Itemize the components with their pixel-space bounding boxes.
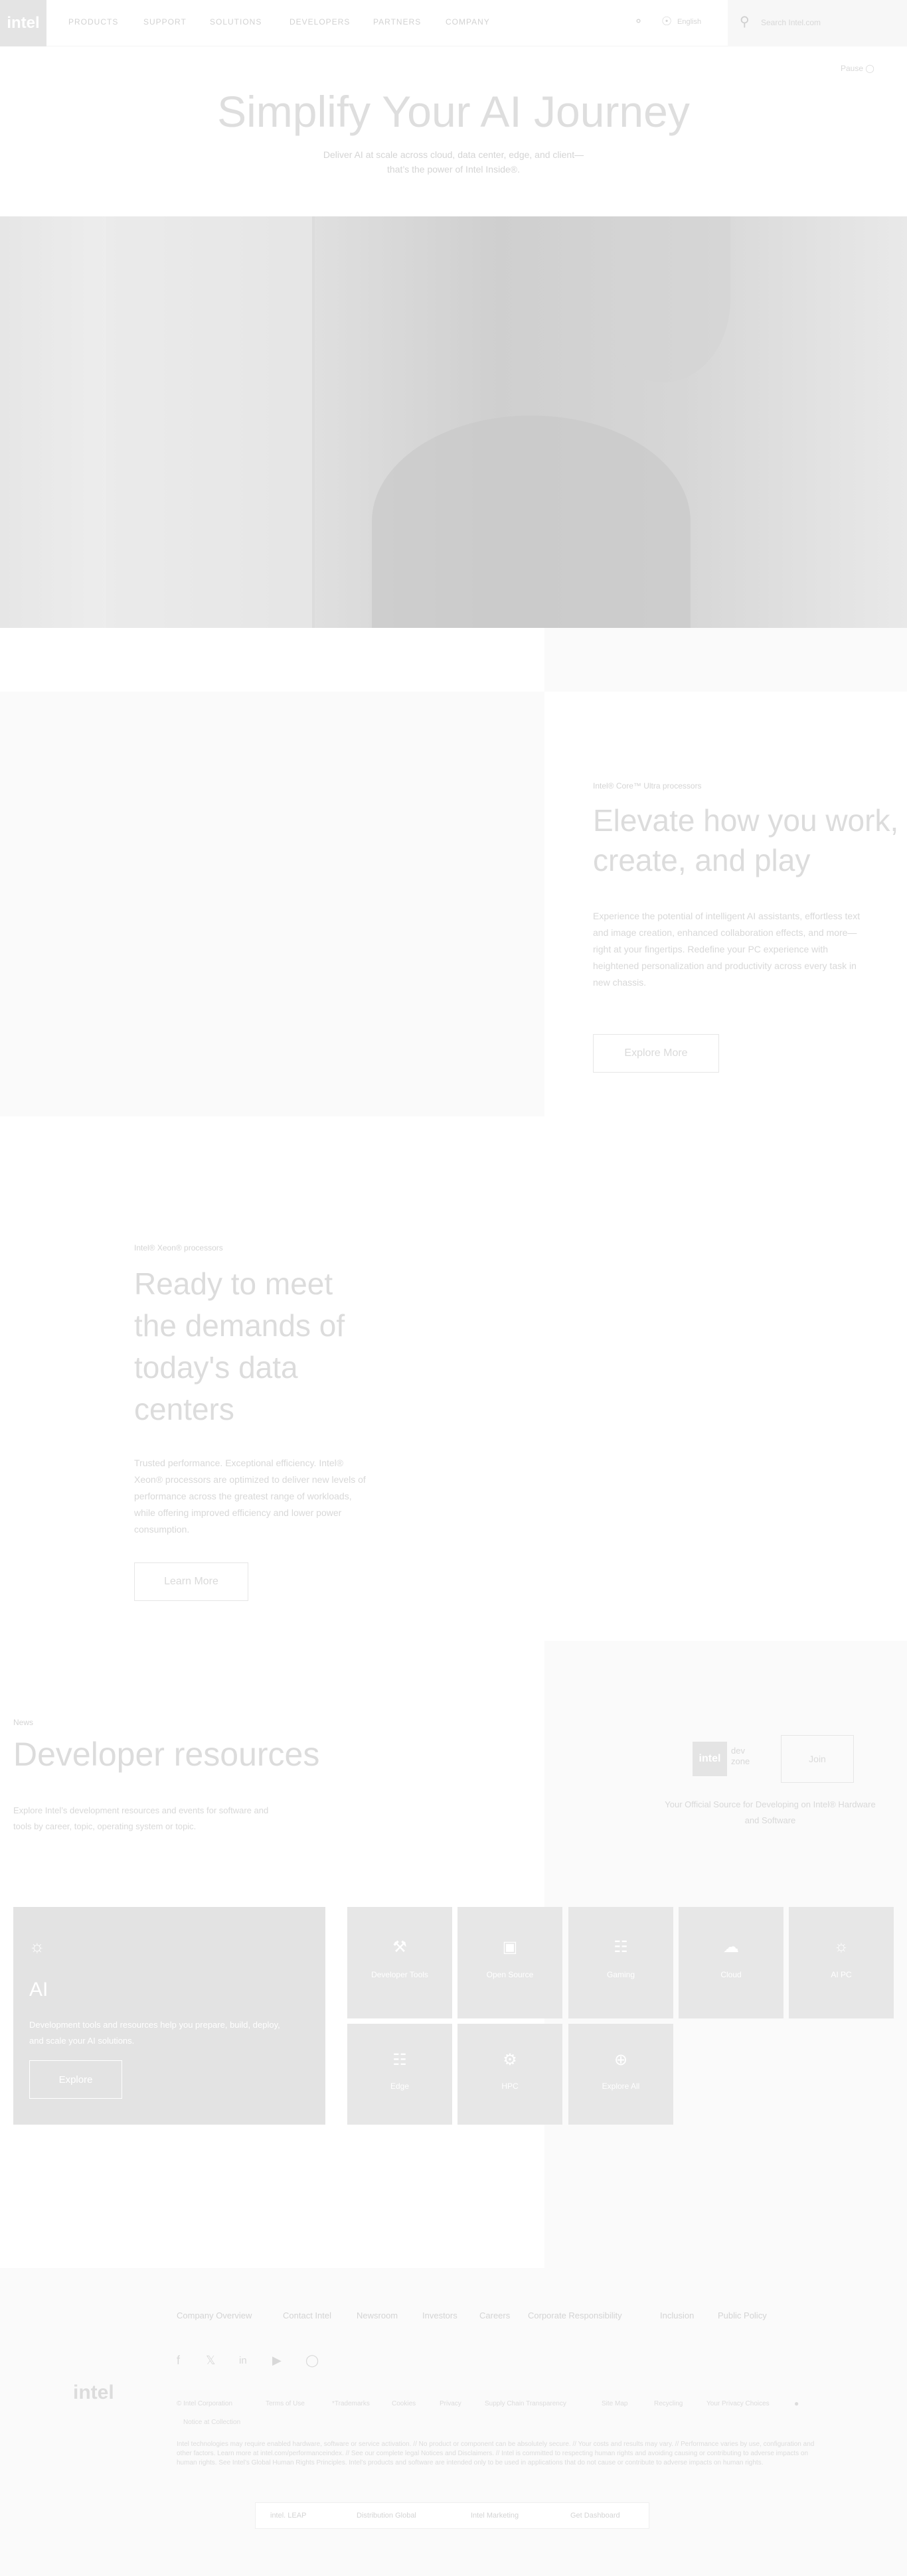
footer-link-investors[interactable]: Investors	[422, 2311, 457, 2320]
plus-circle-icon: ⊕	[614, 2051, 628, 2069]
tile-ai-pc[interactable]: ☼ AI PC	[789, 1907, 894, 2018]
brain-icon: ☼	[29, 1936, 45, 1956]
developer-title: Developer resources	[13, 1736, 320, 1773]
xeon-body: Trusted performance. Exceptional efficie…	[134, 1458, 366, 1535]
network-icon: ☷	[392, 2051, 407, 2069]
learn-more-button[interactable]: Learn More	[134, 1562, 248, 1601]
tile-label: Edge	[390, 2082, 410, 2091]
legal-link-supply-chain[interactable]: Supply Chain Transparency	[485, 2400, 566, 2407]
intel-logo[interactable]: intel	[0, 0, 46, 46]
chip-icon: ⚙	[503, 2051, 517, 2069]
tools-icon: ⚒	[392, 1938, 407, 1956]
nav-partners[interactable]: PARTNERS	[373, 17, 421, 27]
search-input[interactable]: Search Intel.com	[761, 18, 821, 27]
footer-link-careers[interactable]: Careers	[479, 2311, 510, 2320]
youtube-icon[interactable]: ▶	[272, 2354, 282, 2368]
site-header: intel PRODUCTS SUPPORT SOLUTIONS DEVELOP…	[0, 0, 907, 46]
nav-support[interactable]: SUPPORT	[143, 17, 187, 27]
footer-link-public-policy[interactable]: Public Policy	[718, 2311, 767, 2320]
badge-leap[interactable]: intel. LEAP	[270, 2512, 306, 2520]
core-body: Experience the potential of intelligent …	[593, 911, 861, 988]
globe-icon[interactable]: ☉	[661, 15, 672, 29]
legal-link-privacy-choices[interactable]: Your Privacy Choices	[706, 2400, 770, 2407]
search-icon: ⚲	[740, 15, 750, 29]
footer-link-contact[interactable]: Contact Intel	[283, 2311, 331, 2320]
hero-image	[0, 216, 907, 628]
footer-link-newsroom[interactable]: Newsroom	[357, 2311, 398, 2320]
badge-marketing[interactable]: Intel Marketing	[471, 2512, 519, 2520]
locale-label[interactable]: English	[677, 18, 701, 26]
ai-card-title: AI	[29, 1979, 48, 2001]
facebook-icon[interactable]: f	[177, 2354, 180, 2368]
nav-products[interactable]: PRODUCTS	[68, 17, 118, 27]
join-button[interactable]: Join	[781, 1735, 854, 1783]
user-icon[interactable]: ⚬	[633, 15, 643, 29]
legal-link-cookies[interactable]: Cookies	[392, 2400, 416, 2407]
nav-company[interactable]: COMPANY	[446, 17, 490, 27]
pause-icon: ◯	[865, 64, 874, 73]
tile-label: Cloud	[720, 1970, 742, 1979]
gamepad-icon: ☷	[614, 1938, 628, 1956]
linkedin-icon[interactable]: in	[239, 2355, 247, 2366]
tile-edge[interactable]: ☷ Edge	[347, 2024, 452, 2125]
core-image-panel	[0, 692, 544, 1116]
tile-hpc[interactable]: ⚙ HPC	[457, 2024, 562, 2125]
core-eyebrow: Intel® Core™ Ultra processors	[593, 781, 702, 791]
cloud-icon: ☁	[723, 1938, 739, 1956]
tile-label: AI PC	[831, 1970, 852, 1979]
ai-explore-button[interactable]: Explore	[29, 2060, 122, 2099]
nav-developers[interactable]: DEVELOPERS	[289, 17, 350, 27]
tile-gaming[interactable]: ☷ Gaming	[568, 1907, 673, 2018]
legal-disclaimer: Intel technologies may require enabled h…	[177, 2441, 815, 2466]
footer-link-inclusion[interactable]: Inclusion	[660, 2311, 694, 2320]
search-bar[interactable]: ⚲ Search Intel.com	[728, 0, 907, 46]
footer-logo[interactable]: intel	[73, 2382, 114, 2404]
legal-link-notice[interactable]: Notice at Collection	[183, 2419, 240, 2426]
badge-dashboard[interactable]: Get Dashboard	[570, 2512, 620, 2520]
xeon-eyebrow: Intel® Xeon® processors	[134, 1243, 223, 1252]
legal-link-terms[interactable]: Terms of Use	[266, 2400, 305, 2407]
tile-open-source[interactable]: ▣ Open Source	[457, 1907, 562, 2018]
tile-cloud[interactable]: ☁ Cloud	[679, 1907, 783, 2018]
footer-link-responsibility[interactable]: Corporate Responsibility	[528, 2311, 622, 2320]
tile-developer-tools[interactable]: ⚒ Developer Tools	[347, 1907, 452, 2018]
brain-icon: ☼	[834, 1937, 849, 1955]
xeon-title: Ready to meet the demands of today's dat…	[134, 1266, 345, 1426]
devzone-tagline: Your Official Source for Developing on I…	[665, 1799, 876, 1825]
legal-link-copyright: © Intel Corporation	[177, 2400, 233, 2407]
x-icon[interactable]: 𝕏	[206, 2354, 216, 2368]
devzone-label: dev zone	[731, 1746, 750, 1766]
badge-bar: intel. LEAP Distribution Global Intel Ma…	[255, 2502, 649, 2529]
tile-explore-all[interactable]: ⊕ Explore All	[568, 2024, 673, 2125]
core-accent	[544, 628, 907, 692]
badge-distribution[interactable]: Distribution Global	[357, 2512, 416, 2520]
instagram-icon[interactable]: ◯	[305, 2354, 319, 2368]
legal-link-trademarks[interactable]: *Trademarks	[332, 2400, 370, 2407]
tile-label: Open Source	[486, 1970, 534, 1979]
developer-body: Explore Intel’s development resources an…	[13, 1805, 269, 1831]
box-icon: ▣	[502, 1938, 518, 1956]
ai-card-body: Development tools and resources help you…	[29, 2020, 280, 2046]
legal-link-privacy[interactable]: Privacy	[440, 2400, 461, 2407]
explore-more-button[interactable]: Explore More	[593, 1034, 719, 1073]
pause-button[interactable]: Pause ◯	[841, 64, 874, 73]
nav-solutions[interactable]: SOLUTIONS	[210, 17, 262, 27]
tile-label: HPC	[501, 2082, 519, 2091]
hero-title: Simplify Your AI Journey	[217, 87, 690, 136]
pause-label: Pause	[841, 64, 864, 73]
tile-label: Gaming	[606, 1970, 635, 1979]
tile-label: Explore All	[602, 2082, 640, 2091]
devzone-logo: intel	[693, 1742, 727, 1776]
footer-link-company-overview[interactable]: Company Overview	[177, 2311, 252, 2320]
ai-card[interactable]: ☼ AI Development tools and resources hel…	[13, 1907, 325, 2125]
developer-eyebrow: News	[13, 1718, 34, 1727]
legal-link-recycling[interactable]: Recycling	[654, 2400, 683, 2407]
privacy-toggle-icon: ●	[794, 2399, 799, 2408]
legal-link-site-map[interactable]: Site Map	[602, 2400, 627, 2407]
hero-subtitle: Deliver AI at scale across cloud, data c…	[323, 149, 584, 175]
core-title: Elevate how you work, create, and play	[593, 803, 899, 877]
tile-label: Developer Tools	[371, 1970, 428, 1979]
